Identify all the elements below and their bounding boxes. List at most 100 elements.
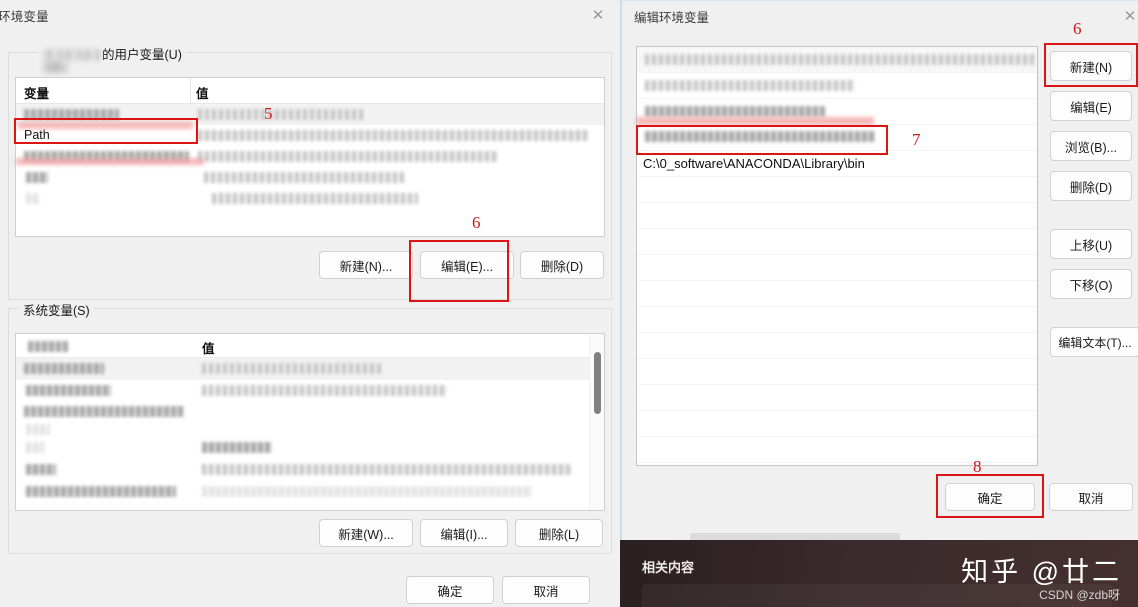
scrollbar-thumb[interactable] [594,352,601,414]
redacted-variable-name [26,424,50,435]
annotation-number-6-right: 6 [1073,19,1082,38]
annotation-number-7: 7 [912,130,921,149]
system-variables-list[interactable]: 值 [15,333,605,511]
related-content-label: 相关内容 [642,560,695,575]
redacted-variable-name [24,406,184,417]
redacted-variable-value [202,486,532,497]
edit-dialog-title: 编辑环境变量 [634,11,710,25]
environment-variables-dialog: 环境变量 ✕ 的用户变量(U) 变量 值 Path 新建(N)... 编辑(E)… [0,0,620,607]
redacted-variable-name [26,486,176,497]
list-item[interactable] [637,73,1037,99]
column-header-value: 值 [202,342,215,356]
list-item[interactable] [637,307,1037,333]
list-item-highlighted[interactable]: C:\0_software\ANACONDA\Library\bin [637,151,1037,177]
redacted-variable-value [202,363,382,374]
watermark-csdn: CSDN @zdb呀 [1039,588,1120,602]
path-move-up-button[interactable]: 上移(U) [1050,229,1132,259]
env-cancel-button[interactable]: 取消 [502,576,590,604]
redacted-variable-value [212,193,418,204]
list-item[interactable] [637,47,1037,73]
user-variable-path-name: Path [24,128,50,142]
redacted-path-entry [645,54,1035,65]
system-edit-button[interactable]: 编辑(I)... [420,519,508,547]
column-header-variable [24,338,27,352]
column-header-variable: 变量 [24,87,50,101]
redacted-variable-value [204,172,404,183]
path-entries-list[interactable]: C:\0_software\ANACONDA\Library\bin [636,46,1038,466]
annotation-number-6-left: 6 [472,213,481,232]
table-row[interactable] [16,167,604,188]
list-item[interactable] [637,177,1037,203]
path-new-button[interactable]: 新建(N) [1050,51,1132,81]
table-row[interactable] [16,438,604,460]
header-separator [190,78,191,104]
user-variables-list-header: 变量 值 [16,78,604,104]
list-item[interactable] [637,411,1037,437]
system-variables-list-header: 值 [16,334,604,358]
list-item[interactable] [637,203,1037,229]
system-delete-button[interactable]: 删除(L) [515,519,603,547]
redacted-variable-value [202,385,447,396]
close-icon[interactable]: ✕ [582,2,614,28]
redacted-variable-name [26,464,56,475]
env-dialog-titlebar: 环境变量 ✕ [0,0,620,32]
redacted-variable-value [198,109,366,120]
path-move-down-button[interactable]: 下移(O) [1050,269,1132,299]
watermark-zhihu: 知乎 @廿二 [961,557,1122,587]
list-item[interactable] [637,125,1037,151]
path-edit-button[interactable]: 编辑(E) [1050,91,1132,121]
edit-environment-variable-dialog: 编辑环境变量 ✕ C:\0_software\ANACONDA\Library\… [620,0,1138,540]
redacted-variable-value [202,464,572,475]
env-dialog-title: 环境变量 [0,10,49,24]
path-browse-button[interactable]: 浏览(B)... [1050,131,1132,161]
list-item[interactable] [637,359,1037,385]
list-item[interactable] [637,281,1037,307]
redacted-variable-value [198,151,498,162]
env-ok-button[interactable]: 确定 [406,576,494,604]
user-new-button[interactable]: 新建(N)... [319,251,413,279]
redacted-path-entry [645,80,855,91]
redacted-variable-name [26,442,44,453]
user-delete-button[interactable]: 删除(D) [520,251,604,279]
system-variables-group: 系统变量(S) 值 新建(W)... 编辑(I)... 删除(L) [8,300,612,554]
annotation-number-8: 8 [973,457,982,476]
redacted-path-entry [645,131,875,142]
list-item[interactable] [637,333,1037,359]
column-header-value: 值 [196,87,209,101]
path-entry-anaconda-library-bin: C:\0_software\ANACONDA\Library\bin [643,156,865,171]
user-variables-group: 的用户变量(U) 变量 值 Path 新建(N)... 编辑(E)... 删除(… [8,44,612,300]
table-row[interactable] [16,460,604,482]
user-variables-list[interactable]: 变量 值 Path [15,77,605,237]
user-edit-button[interactable]: 编辑(E)... [420,251,514,279]
edit-cancel-button[interactable]: 取消 [1049,483,1133,511]
system-variables-legend: 系统变量(S) [19,300,94,319]
annotation-smudge [18,122,193,129]
list-item[interactable] [637,229,1037,255]
system-variables-scrollbar[interactable] [589,334,604,510]
redacted-username-secondary [43,61,69,73]
path-edit-text-button[interactable]: 编辑文本(T)... [1050,327,1138,357]
table-row[interactable] [16,380,604,402]
redacted-variable-name [26,385,111,396]
redacted-variable-name [26,193,40,204]
annotation-smudge [16,158,204,165]
annotation-number-5: 5 [264,104,273,123]
annotation-smudge [636,117,874,125]
path-delete-button[interactable]: 删除(D) [1050,171,1132,201]
user-variables-legend-text: 的用户变量(U) [102,48,182,62]
redacted-variable-name [24,363,104,374]
redacted-variable-value [202,442,272,453]
close-icon[interactable]: ✕ [1118,3,1138,29]
table-row[interactable] [16,358,604,380]
list-item[interactable] [637,255,1037,281]
redacted-variable-name [26,172,48,183]
screenshot-root: 环境变量 ✕ 的用户变量(U) 变量 值 Path 新建(N)... 编辑(E)… [0,0,1138,607]
table-row[interactable] [16,188,604,209]
system-new-button[interactable]: 新建(W)... [319,519,413,547]
redacted-variable-value [198,130,588,141]
table-row[interactable] [16,482,604,504]
redacted-path-entry [645,106,825,117]
list-item[interactable] [637,385,1037,411]
edit-ok-button[interactable]: 确定 [945,483,1035,511]
redacted-username [43,49,101,61]
